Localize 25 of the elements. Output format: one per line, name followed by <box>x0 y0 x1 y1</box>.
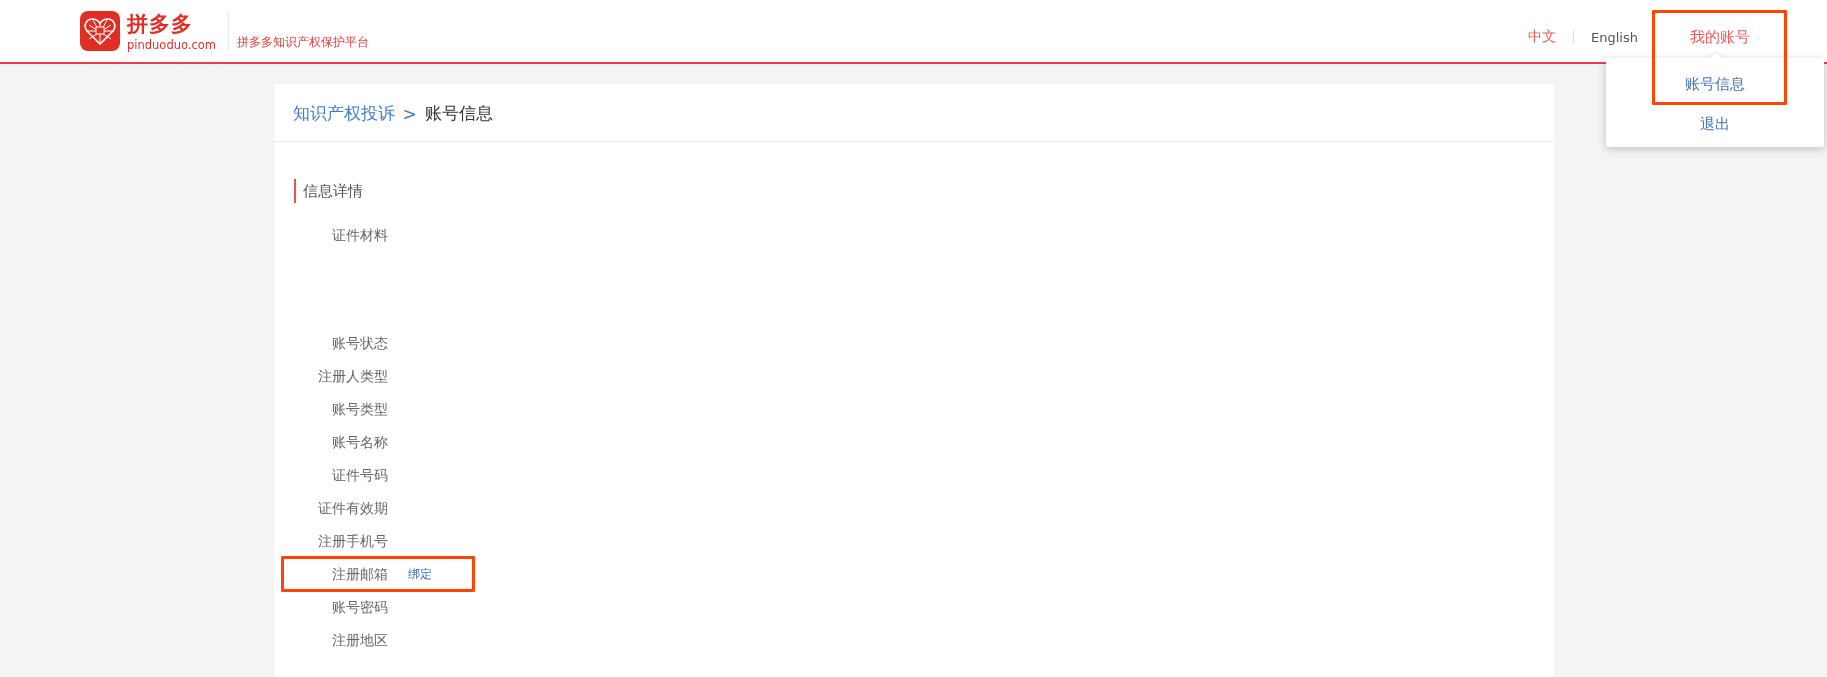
brand-name: 拼多多 <box>127 12 194 35</box>
account-menu-button[interactable]: 我的账号 <box>1689 27 1750 47</box>
bind-link[interactable]: 绑定 <box>407 566 432 583</box>
field-label: 账号状态 <box>330 334 388 353</box>
breadcrumb-link[interactable]: 知识产权投诉 <box>292 102 395 125</box>
field-label: 账号名称 <box>330 433 388 452</box>
field-label: 注册人类型 <box>316 367 388 386</box>
breadcrumb-separator: > <box>402 103 417 124</box>
field-label: 注册地区 <box>330 631 388 650</box>
field-label: 注册手机号 <box>316 532 388 551</box>
language-link[interactable]: 中文 <box>1528 28 1557 46</box>
field-label: 账号密码 <box>330 598 388 617</box>
field-label: 证件有效期 <box>316 499 388 518</box>
heart-logo-icon <box>80 11 120 51</box>
breadcrumb-current: 账号信息 <box>424 102 493 125</box>
language-link[interactable]: English <box>1591 29 1638 45</box>
platform-title: 拼多多知识产权保护平台 <box>237 35 370 50</box>
field-label: 证件材料 <box>330 227 388 245</box>
field-label: 账号类型 <box>330 400 388 419</box>
field-label: 证件号码 <box>330 466 388 485</box>
section-heading: 信息详情 <box>293 179 363 203</box>
field-label: 注册邮箱 <box>330 565 388 584</box>
dropdown-item[interactable]: 退出 <box>1700 104 1730 144</box>
dropdown-item[interactable]: 账号信息 <box>1685 64 1745 104</box>
brand-domain: pinduoduo.com <box>127 37 217 52</box>
